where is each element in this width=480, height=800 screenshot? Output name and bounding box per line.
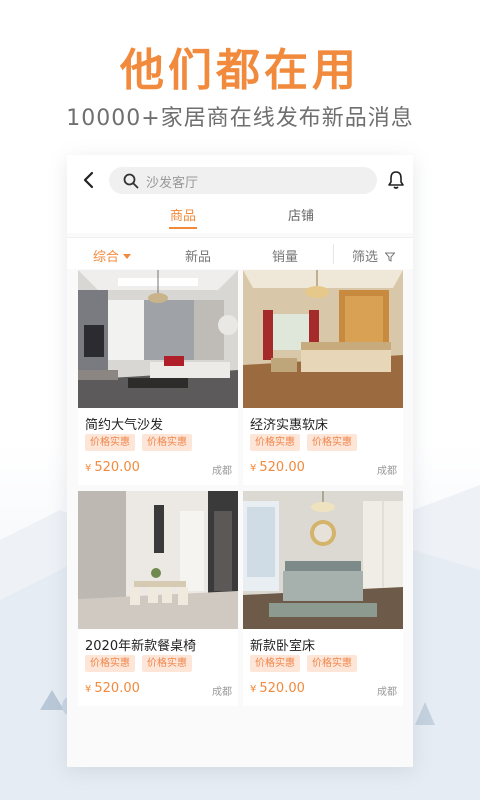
search-placeholder: 沙发客厅 [146,176,199,191]
product-city: 成都 [212,466,232,477]
product-card[interactable]: 简约大气沙发 价格实惠 价格实惠 ¥520.00 成都 [78,270,238,485]
product-tag: 价格实惠 [85,655,135,672]
tab-shops[interactable]: 店铺 [281,205,321,233]
product-image-dining-room [78,491,238,629]
product-tag: 价格实惠 [142,434,192,451]
product-city: 成都 [212,687,232,698]
filter-divider [333,244,334,264]
product-card[interactable]: 2020年新款餐桌椅 价格实惠 价格实惠 ¥520.00 成都 [78,491,238,706]
funnel-icon [385,252,396,262]
back-arrow-icon[interactable] [80,171,98,189]
search-icon [123,173,139,189]
product-city: 成都 [377,687,397,698]
hero-title: 他们都在用 [120,45,360,96]
product-price: ¥520.00 [250,460,305,475]
filter-sales[interactable]: 销量 [272,246,298,265]
tab-active-indicator [169,227,197,229]
product-image-living-room [78,270,238,408]
product-price: ¥520.00 [250,681,305,696]
bell-icon[interactable] [387,170,405,190]
filter-comprehensive[interactable]: 综合 [93,246,132,265]
search-input[interactable]: 沙发客厅 [109,167,377,194]
product-tag: 价格实惠 [307,655,357,672]
caret-down-icon [123,254,132,259]
filter-bar: 综合 新品 销量 筛选 [67,237,413,269]
product-image-bedroom [243,270,403,408]
product-card[interactable]: 新款卧室床 价格实惠 价格实惠 ¥520.00 成都 [243,491,403,706]
product-tag: 价格实惠 [307,434,357,451]
hero-subtitle: 10000+家居商在线发布新品消息 [66,106,414,131]
product-price: ¥520.00 [85,460,140,475]
top-bar: 沙发客厅 [67,155,413,205]
tab-bar: 商品 店铺 [67,205,413,233]
product-title: 经济实惠软床 [250,418,329,433]
product-title: 简约大气沙发 [85,418,164,433]
phone-mockup: 沙发客厅 商品 店铺 综合 新品 销量 筛选 简约大气沙发 价格实惠 价格实惠 … [67,155,413,767]
product-card[interactable]: 经济实惠软床 价格实惠 价格实惠 ¥520.00 成都 [243,270,403,485]
product-tag: 价格实惠 [250,655,300,672]
product-image-master-bedroom [243,491,403,629]
product-tag: 价格实惠 [250,434,300,451]
filter-screen[interactable]: 筛选 [352,246,396,265]
product-tag: 价格实惠 [85,434,135,451]
filter-screen-label: 筛选 [352,250,379,265]
filter-new[interactable]: 新品 [185,246,211,265]
product-title: 2020年新款餐桌椅 [85,639,197,654]
filter-comprehensive-label: 综合 [93,250,120,265]
product-city: 成都 [377,466,397,477]
product-title: 新款卧室床 [250,639,316,654]
product-price: ¥520.00 [85,681,140,696]
product-tag: 价格实惠 [142,655,192,672]
